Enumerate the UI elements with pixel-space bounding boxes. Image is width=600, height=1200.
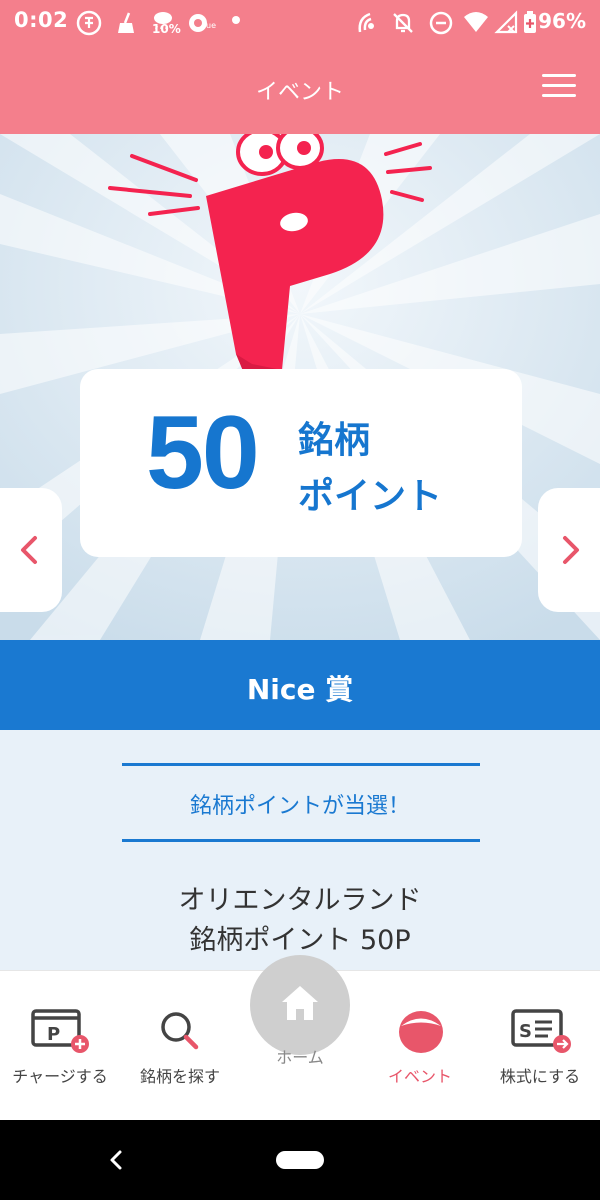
svg-text:S: S (519, 1021, 532, 1042)
points-number: 50 (146, 395, 260, 511)
wifi-icon (464, 12, 488, 32)
menu-bar-middle (542, 84, 576, 87)
home-button[interactable]: ホーム (250, 955, 350, 1067)
divider-top (122, 763, 480, 766)
do-not-disturb-icon (429, 11, 453, 35)
carousel-next-button[interactable] (538, 488, 600, 612)
points-label-line1: 銘柄 (298, 420, 371, 461)
mute-bell-icon (393, 13, 413, 33)
event-icon (399, 1011, 443, 1053)
page-title: イベント (255, 80, 344, 105)
event-banner: 50 銘柄 ポイント (0, 134, 600, 640)
chevron-left-icon (21, 536, 37, 564)
nfc-icon (358, 12, 374, 33)
svg-text:P: P (47, 1024, 60, 1045)
battery-saver-icon (524, 11, 536, 33)
win-message: 銘柄ポイントが当選！ (189, 794, 410, 819)
chevron-right-icon (563, 536, 579, 564)
home-icon (282, 986, 318, 1020)
menu-button[interactable] (542, 74, 576, 102)
system-back-icon[interactable] (104, 1146, 128, 1174)
nav-label-stock: 株式にする (499, 1067, 581, 1086)
more-dot-icon (232, 16, 240, 24)
weather-percent: 10% (152, 22, 181, 36)
nav-item-charge[interactable]: P チャージする (0, 971, 120, 1121)
search-icon (161, 1012, 199, 1050)
divider-bottom (122, 839, 480, 842)
broom-icon (118, 12, 134, 33)
nav-label-search: 銘柄を探す (139, 1067, 220, 1086)
charge-icon: P (31, 1009, 89, 1053)
system-home-pill[interactable] (276, 1151, 324, 1169)
prize-rank: Nice 賞 (246, 673, 354, 706)
points-label-line2: ポイント (298, 476, 443, 517)
nav-item-stock[interactable]: S 株式にする (480, 971, 600, 1121)
status-time: 0:02 (14, 8, 69, 32)
carousel-prev-button[interactable] (0, 488, 62, 612)
app-header: イベント (0, 44, 600, 134)
battery-percent: 96% (538, 9, 586, 33)
bottom-nav: P チャージする 銘柄を探す ホーム イベント S 株式にする (0, 955, 600, 1121)
cell-signal-icon (494, 10, 518, 34)
menu-bar-bottom (542, 94, 576, 97)
nav-item-event[interactable]: イベント (360, 971, 480, 1121)
svg-text:ue: ue (206, 21, 216, 30)
prize-rank-band: Nice 賞 (0, 640, 600, 730)
app-badge-icon: ue (189, 14, 216, 32)
nav-label-home: ホーム (276, 1048, 324, 1067)
system-navigation-bar (0, 1120, 600, 1200)
reward-points: 銘柄ポイント 50P (189, 925, 411, 956)
prize-detail: 銘柄ポイントが当選！ オリエンタルランド 銘柄ポイント 50P (0, 730, 600, 970)
app-notification-icon (76, 10, 102, 36)
nav-label-charge: チャージする (12, 1067, 108, 1086)
nav-item-search[interactable]: 銘柄を探す (120, 971, 240, 1121)
reward-company: オリエンタルランド (178, 885, 422, 916)
status-bar: 0:02 10% ue 96% (0, 0, 600, 44)
menu-bar-top (542, 74, 576, 77)
nav-label-event: イベント (387, 1067, 452, 1086)
stock-icon: S (511, 1009, 571, 1053)
prize-card: 50 銘柄 ポイント (80, 369, 522, 557)
